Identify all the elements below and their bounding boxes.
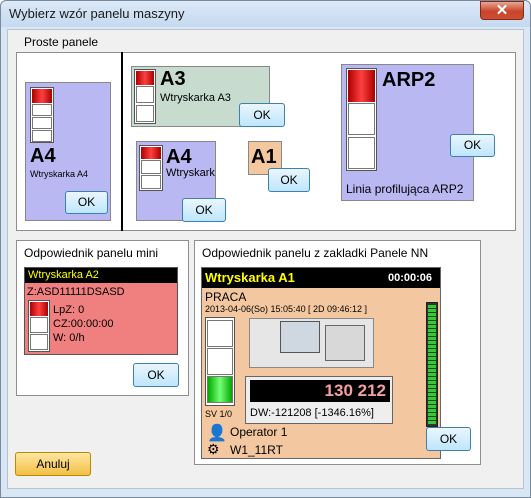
counter-display: 130 212: [250, 380, 390, 402]
panel-code: A4: [30, 145, 56, 167]
ok-button-a3[interactable]: OK: [239, 103, 285, 127]
counter-value: 130 212: [324, 381, 386, 400]
machine-image: [249, 318, 374, 368]
mini-id: Z:ASD11111DSASD: [27, 286, 125, 298]
nn-sv: SV 1/0: [205, 409, 233, 419]
nn-panel-preview[interactable]: Wtryskarka A1 00:00:06 PRACA 2013-04-06(…: [201, 267, 441, 459]
cancel-button[interactable]: Anuluj: [15, 452, 91, 476]
signal-tower-icon: [134, 69, 156, 124]
signal-tower-icon: [30, 87, 54, 143]
gear-icon: ⚙: [207, 441, 220, 457]
panel-name: Wtryskarka A3: [160, 92, 231, 104]
nn-timer: 00:00:06: [388, 272, 433, 284]
panel-name: Linia profilująca ARP2: [346, 182, 464, 196]
signal-tower-icon: [205, 317, 235, 406]
mini-header-text: Wtryskarka A2: [28, 269, 99, 281]
simple-panels-label: Proste panele: [24, 35, 99, 49]
mini-lpz: LpZ: 0: [53, 304, 85, 316]
level-bar: [426, 302, 438, 427]
panel-name: Wtryskarka A4: [30, 169, 89, 179]
nn-header: Wtryskarka A1 00:00:06: [202, 268, 440, 288]
panel-template-arp2[interactable]: ARP2 Linia profilująca ARP2: [341, 64, 474, 201]
nn-dw: DW:-121208 [-1346.16%]: [250, 407, 374, 419]
title-bar: Wybierz wzór panelu maszyny: [1, 1, 530, 27]
group-divider: [121, 52, 123, 231]
mini-panel-label: Odpowiednik panelu mini: [24, 246, 159, 260]
signal-tower-icon: [346, 68, 377, 171]
nn-datetime: 2013-04-06(So) 15:05:40: [205, 304, 306, 314]
window-title: Wybierz wzór panelu maszyny: [9, 6, 185, 21]
ok-button-a1[interactable]: OK: [268, 168, 310, 192]
nn-operator: Operator 1: [230, 425, 288, 439]
mini-cz: CZ:00:00:00: [53, 318, 114, 330]
close-button[interactable]: ✕: [480, 1, 524, 20]
counter-box: 130 212 DW:-121208 [-1346.16%]: [245, 376, 393, 424]
nn-duration: [ 2D 09:46:12 ]: [308, 304, 368, 314]
panel-name: Wtryskark: [166, 167, 215, 179]
signal-tower-icon: [139, 145, 163, 191]
mini-w: W: 0/h: [53, 332, 85, 344]
ok-button-mini[interactable]: OK: [133, 363, 179, 387]
nn-panel-label: Odpowiednik panelu z zakladki Panele NN: [202, 246, 429, 260]
mini-panel-preview[interactable]: Wtryskarka A2 Z:ASD11111DSASD LpZ: 0 CZ:…: [24, 267, 178, 355]
nn-status: PRACA: [205, 290, 247, 304]
nn-product: W1_11RT: [230, 443, 283, 457]
panel-code: A4: [166, 146, 192, 168]
panel-code: ARP2: [382, 69, 436, 91]
ok-button-arp2[interactable]: OK: [450, 134, 495, 157]
panel-code: A1: [251, 146, 277, 168]
nn-header-text: Wtryskarka A1: [205, 270, 295, 285]
ok-button-a4-small[interactable]: OK: [182, 198, 226, 222]
panel-code: A3: [160, 68, 186, 90]
mini-header: Wtryskarka A2: [25, 268, 177, 283]
ok-button-a4[interactable]: OK: [65, 191, 108, 214]
signal-tower-icon: [28, 300, 50, 352]
ok-button-nn[interactable]: OK: [426, 427, 471, 451]
operator-icon: 👤: [207, 425, 227, 442]
